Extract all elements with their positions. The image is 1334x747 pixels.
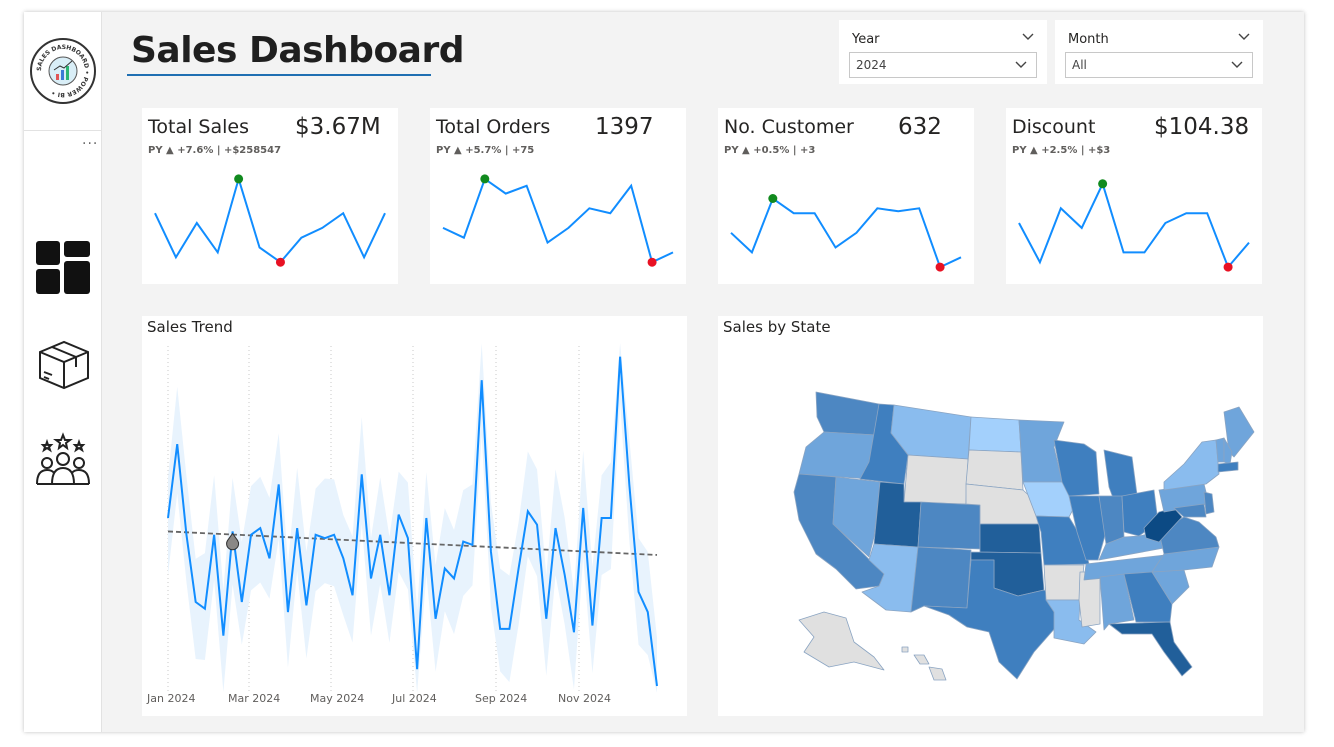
logo-graphic: SALES DASHBOARD • POWER BI • bbox=[36, 44, 90, 98]
x-axis-tick-label: May 2024 bbox=[310, 692, 364, 705]
sparkline-min-marker bbox=[935, 262, 945, 272]
page-title: Sales Dashboard bbox=[131, 30, 465, 71]
sparkline-min-marker bbox=[275, 257, 285, 267]
sparkline-max-marker bbox=[234, 174, 244, 184]
title-underline bbox=[127, 74, 431, 76]
year-dropdown-value: 2024 bbox=[856, 58, 887, 72]
customers-group-icon[interactable] bbox=[34, 432, 92, 490]
kpi-comparison: PY ▲ +0.5% | +3 bbox=[724, 145, 816, 156]
dashboard-canvas: SALES DASHBOARD • POWER BI • ··· Sales D… bbox=[24, 12, 1304, 732]
sparkline-max-marker bbox=[768, 194, 778, 203]
x-axis-tick-label: Jan 2024 bbox=[146, 692, 195, 705]
year-slicer-label: Year bbox=[852, 32, 880, 47]
state-hi[interactable] bbox=[901, 646, 947, 681]
kpi-label: No. Customer bbox=[724, 116, 854, 138]
kpi-label: Discount bbox=[1012, 116, 1096, 138]
x-axis-tick-label: Sep 2024 bbox=[475, 692, 527, 705]
kpi-label: Total Sales bbox=[148, 116, 249, 138]
month-slicer: Month All bbox=[1055, 20, 1263, 84]
state-nd[interactable] bbox=[968, 416, 1022, 453]
sales-trend-panel[interactable]: Jan 2024 Mar 2024 May 2024 Jul 2024 Sep 2024… bbox=[142, 316, 687, 716]
state-ny[interactable] bbox=[1163, 439, 1220, 491]
sales-by-state-panel[interactable]: Sales by State bbox=[718, 316, 1263, 716]
kpi-value: $3.67M bbox=[295, 114, 381, 140]
state-ma[interactable] bbox=[1217, 461, 1239, 473]
month-slicer-label: Month bbox=[1068, 32, 1109, 47]
more-options-icon[interactable]: ··· bbox=[82, 136, 98, 152]
sparkline-path bbox=[442, 177, 674, 264]
sparkline-path bbox=[154, 175, 386, 264]
x-axis-tick-label: Jul 2024 bbox=[391, 692, 437, 705]
us-state-map bbox=[793, 391, 1255, 681]
sales-trend-title: Sales Trend bbox=[147, 318, 233, 336]
sparkline-path bbox=[1018, 181, 1250, 270]
dashboard-grid-icon[interactable] bbox=[34, 238, 92, 296]
state-fl[interactable] bbox=[1108, 621, 1193, 677]
kpi-card-discount[interactable]: Discount $104.38 PY ▲ +2.5% | +$3 bbox=[1006, 108, 1262, 284]
state-nj[interactable] bbox=[1203, 491, 1215, 515]
sparkline-max-marker bbox=[480, 174, 490, 184]
chevron-down-icon[interactable] bbox=[1237, 30, 1251, 44]
chevron-down-icon bbox=[1231, 61, 1243, 68]
state-ks[interactable] bbox=[979, 523, 1042, 554]
sales-trend-chart: Jan 2024 Mar 2024 May 2024 Jul 2024 Sep 2024… bbox=[146, 343, 658, 705]
sales-by-state-title: Sales by State bbox=[723, 318, 831, 336]
sidebar-divider bbox=[24, 130, 102, 131]
kpi-sparkline bbox=[442, 174, 674, 267]
kpi-value: 632 bbox=[898, 114, 942, 140]
kpi-comparison: PY ▲ +5.7% | +75 bbox=[436, 145, 535, 156]
kpi-comparison: PY ▲ +2.5% | +$3 bbox=[1012, 145, 1111, 156]
box-icon[interactable] bbox=[34, 334, 92, 392]
kpi-value: 1397 bbox=[595, 114, 654, 140]
kpi-card-total-orders[interactable]: Total Orders 1397 PY ▲ +5.7% | +75 bbox=[430, 108, 686, 284]
state-wa[interactable] bbox=[815, 391, 880, 436]
year-dropdown[interactable]: 2024 bbox=[849, 52, 1037, 78]
logo: SALES DASHBOARD • POWER BI • bbox=[30, 38, 96, 104]
state-ms[interactable] bbox=[1078, 571, 1101, 628]
state-wy[interactable] bbox=[903, 454, 969, 505]
state-ak[interactable] bbox=[798, 611, 885, 671]
sparkline-max-marker bbox=[1098, 179, 1108, 189]
state-co[interactable] bbox=[917, 501, 981, 550]
kpi-sparkline bbox=[1018, 179, 1250, 272]
month-dropdown-value: All bbox=[1072, 58, 1087, 72]
kpi-sparkline bbox=[730, 194, 962, 272]
sparkline-path bbox=[730, 196, 962, 269]
kpi-card-customers[interactable]: No. Customer 632 PY ▲ +0.5% | +3 bbox=[718, 108, 974, 284]
sidebar: SALES DASHBOARD • POWER BI • ··· bbox=[24, 12, 102, 732]
kpi-value: $104.38 bbox=[1154, 114, 1250, 140]
kpi-comparison: PY ▲ +7.6% | +$258547 bbox=[148, 145, 282, 156]
sparkline-min-marker bbox=[647, 257, 657, 267]
state-sd[interactable] bbox=[965, 449, 1024, 491]
state-nm[interactable] bbox=[910, 546, 972, 613]
x-axis-tick-label: Nov 2024 bbox=[558, 692, 611, 705]
kpi-sparkline bbox=[154, 174, 386, 267]
kpi-card-total-sales[interactable]: Total Sales $3.67M PY ▲ +7.6% | +$258547 bbox=[142, 108, 398, 284]
kpi-label: Total Orders bbox=[436, 116, 551, 138]
chevron-down-icon[interactable] bbox=[1021, 30, 1035, 44]
sparkline-min-marker bbox=[1223, 262, 1233, 272]
x-axis-tick-label: Mar 2024 bbox=[228, 692, 280, 705]
month-dropdown[interactable]: All bbox=[1065, 52, 1253, 78]
state-ar[interactable] bbox=[1043, 564, 1085, 601]
chevron-down-icon bbox=[1015, 61, 1027, 68]
year-slicer: Year 2024 bbox=[839, 20, 1047, 84]
